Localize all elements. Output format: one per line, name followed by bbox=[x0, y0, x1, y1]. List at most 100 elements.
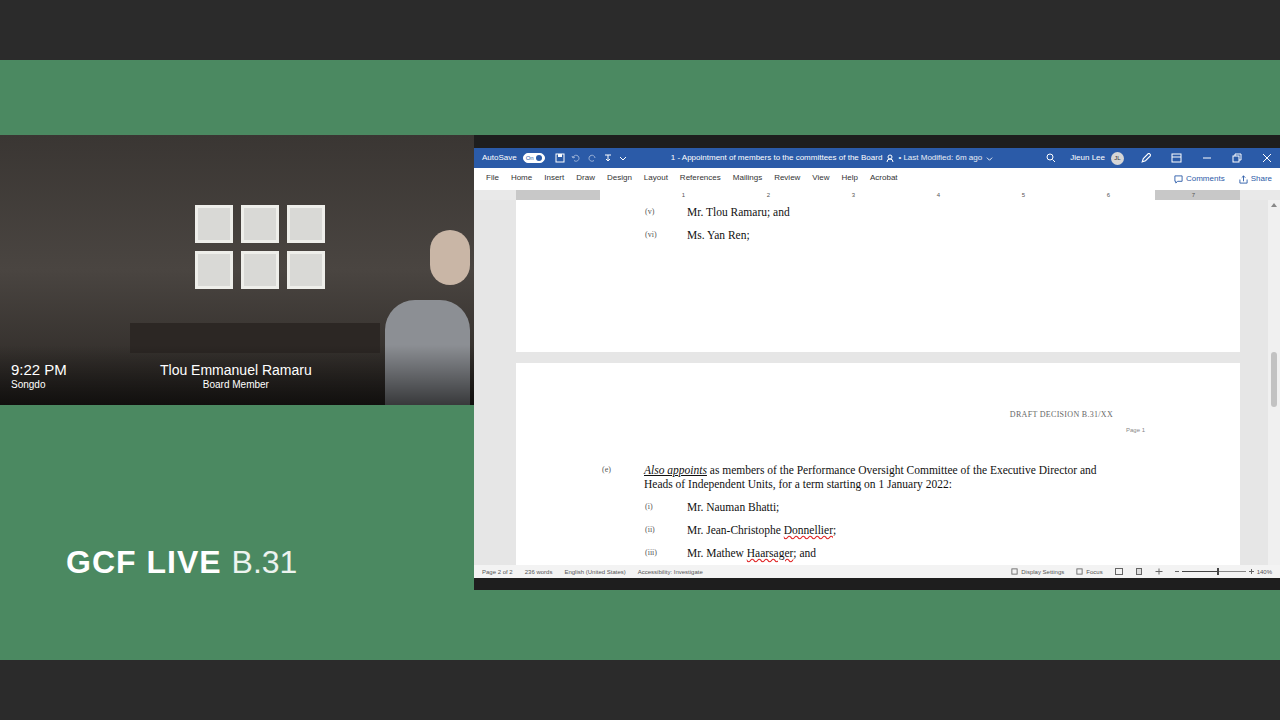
comments-button[interactable]: Comments bbox=[1174, 174, 1225, 184]
vertical-scrollbar[interactable] bbox=[1268, 200, 1280, 565]
shared-window: AutoSaveOn1 - Appointment of members to … bbox=[474, 135, 1280, 590]
user-avatar[interactable]: JL bbox=[1111, 152, 1124, 165]
print-layout-icon[interactable] bbox=[1135, 568, 1143, 575]
status-item[interactable]: Accessibility: Investigate bbox=[638, 568, 703, 576]
page-header: DRAFT DECISION B.31/XXPage 1 bbox=[516, 363, 1240, 434]
zoom-out-icon[interactable] bbox=[1175, 571, 1179, 572]
ribbon-tab[interactable]: Layout bbox=[638, 171, 674, 187]
share-button[interactable]: Share bbox=[1239, 174, 1272, 184]
ruler-number: 2 bbox=[685, 190, 770, 200]
status-item[interactable]: 236 words bbox=[525, 568, 553, 576]
status-button[interactable]: Focus bbox=[1076, 568, 1102, 576]
pen-icon[interactable] bbox=[1140, 153, 1151, 164]
speaker-name: Tlou Emmanuel Ramaru bbox=[160, 362, 312, 379]
location-label: Songdo bbox=[11, 379, 67, 391]
ribbon-tab[interactable]: Home bbox=[505, 171, 538, 187]
autosave-toggle[interactable]: On bbox=[523, 153, 545, 163]
list-item: (iii)Mr. Mathew Haarsager; and bbox=[645, 541, 1240, 564]
status-button[interactable]: Display Settings bbox=[1011, 568, 1064, 576]
ribbon-tab[interactable]: Help bbox=[836, 171, 864, 187]
close-icon[interactable] bbox=[1262, 153, 1272, 163]
wall-frame bbox=[241, 205, 279, 243]
speaker-overlay: Tlou Emmanuel RamaruBoard Member bbox=[160, 362, 312, 391]
status-item[interactable]: English (United States) bbox=[564, 568, 625, 576]
item-list: (i)Mr. Nauman Bhatti;(ii)Mr. Jean-Christ… bbox=[516, 495, 1240, 564]
display-settings-icon[interactable] bbox=[1011, 568, 1018, 575]
list-item: (vi)Ms. Yan Ren; bbox=[645, 223, 1240, 246]
ribbon-display-icon[interactable] bbox=[1171, 153, 1182, 163]
text-run: Ms. Yan Ren; bbox=[687, 229, 750, 241]
item-text: Mr. Nauman Bhatti; bbox=[687, 500, 779, 514]
minimize-icon[interactable] bbox=[1202, 153, 1212, 163]
zoom-slider[interactable] bbox=[1182, 571, 1246, 572]
status-item[interactable]: Page 2 of 2 bbox=[482, 568, 513, 576]
modified-label[interactable]: • Last Modified: 6m ago bbox=[898, 153, 982, 163]
ribbon-tab[interactable]: File bbox=[480, 171, 505, 187]
customize-icon[interactable] bbox=[619, 154, 627, 162]
scroll-up-icon[interactable] bbox=[1271, 202, 1277, 207]
ribbon-tabs: FileHomeInsertDrawDesignLayoutReferences… bbox=[474, 168, 1280, 190]
item-text: Mr. Tlou Ramaru; and bbox=[687, 205, 790, 219]
ruler-number: 5 bbox=[940, 190, 1025, 200]
restore-icon[interactable] bbox=[1232, 153, 1242, 163]
stream-stage: 9:22 PMSongdoTlou Emmanuel RamaruBoard M… bbox=[0, 60, 1280, 660]
ribbon-tab[interactable]: Acrobat bbox=[864, 171, 904, 187]
undo-icon[interactable] bbox=[571, 153, 581, 163]
text-run: Mr. Jean-Christophe bbox=[687, 524, 784, 536]
status-bar: Page 2 of 2 236 words English (United Stat… bbox=[474, 565, 1280, 578]
focus-icon[interactable] bbox=[1076, 568, 1083, 575]
ribbon-tab[interactable]: Insert bbox=[538, 171, 570, 187]
ribbon-tab[interactable]: Mailings bbox=[727, 171, 768, 187]
document-title: 1 - Appointment of members to the commit… bbox=[671, 153, 993, 163]
scroll-thumb[interactable] bbox=[1271, 352, 1277, 407]
ribbon-tab[interactable]: References bbox=[674, 171, 727, 187]
comment-icon[interactable] bbox=[1174, 175, 1183, 184]
paragraph-number: (e) bbox=[602, 463, 644, 491]
page: DRAFT DECISION B.31/XXPage 1 (e)Also appo… bbox=[516, 363, 1240, 565]
read-mode-icon[interactable] bbox=[1115, 568, 1123, 575]
zoom-thumb[interactable] bbox=[1217, 568, 1219, 575]
text-run: Mr. Tlou Ramaru; and bbox=[687, 206, 790, 218]
paragraph: (e)Also appoints as members of the Perfo… bbox=[516, 463, 1240, 491]
text-run: ; bbox=[833, 524, 836, 536]
text-run: Haarsager bbox=[747, 547, 794, 559]
title-text: 1 - Appointment of members to the commit… bbox=[671, 153, 883, 163]
ribbon-tab[interactable]: View bbox=[806, 171, 835, 187]
header-page-label: Page 1 bbox=[1126, 426, 1145, 434]
search-icon[interactable] bbox=[1046, 153, 1056, 163]
wall-frame bbox=[195, 251, 233, 289]
text-run: Mr. Nauman Bhatti; bbox=[687, 501, 779, 513]
share-icon[interactable] bbox=[1239, 175, 1248, 184]
ribbon-tab[interactable]: Design bbox=[601, 171, 638, 187]
ruler-number: 1 bbox=[600, 190, 685, 200]
ruler-numbers: 1234567 bbox=[516, 190, 1240, 200]
touch-mode-icon[interactable] bbox=[603, 153, 613, 163]
zoom-level[interactable]: 140% bbox=[1257, 568, 1272, 576]
save-icon[interactable] bbox=[555, 153, 565, 163]
session-label: B.31 bbox=[232, 544, 298, 580]
user-name[interactable]: Jieun Lee bbox=[1070, 153, 1105, 163]
share-label: Share bbox=[1251, 174, 1272, 184]
wall-frame bbox=[287, 205, 325, 243]
item-text: Mr. Jean-Christophe Donnellier; bbox=[687, 523, 836, 537]
zoom-in-icon[interactable] bbox=[1249, 569, 1254, 574]
zoom-fill bbox=[1182, 571, 1217, 572]
redo-icon[interactable] bbox=[587, 153, 597, 163]
speaker-role: Board Member bbox=[203, 379, 269, 391]
ruler-number: 3 bbox=[770, 190, 855, 200]
wall-frame bbox=[195, 205, 233, 243]
document-area: (v)Mr. Tlou Ramaru; and(vi)Ms. Yan Ren;D… bbox=[474, 200, 1280, 565]
comments-label: Comments bbox=[1186, 174, 1225, 184]
chevron-icon[interactable] bbox=[986, 155, 993, 162]
page: (v)Mr. Tlou Ramaru; and(vi)Ms. Yan Ren; bbox=[516, 200, 1240, 352]
title-bar: AutoSaveOn1 - Appointment of members to … bbox=[474, 148, 1280, 168]
ribbon-tab[interactable]: Review bbox=[768, 171, 806, 187]
zoom-control: 140% bbox=[1175, 568, 1272, 576]
sensitivity-icon[interactable] bbox=[886, 154, 894, 162]
ribbon-tab[interactable]: Draw bbox=[570, 171, 601, 187]
web-layout-icon[interactable] bbox=[1155, 568, 1163, 575]
bottom-bar bbox=[0, 660, 1280, 720]
paragraph-body: as members of the Performance Oversight … bbox=[644, 464, 1097, 490]
ruler-number: 6 bbox=[1025, 190, 1110, 200]
ruler-track: 1234567 bbox=[516, 190, 1240, 200]
